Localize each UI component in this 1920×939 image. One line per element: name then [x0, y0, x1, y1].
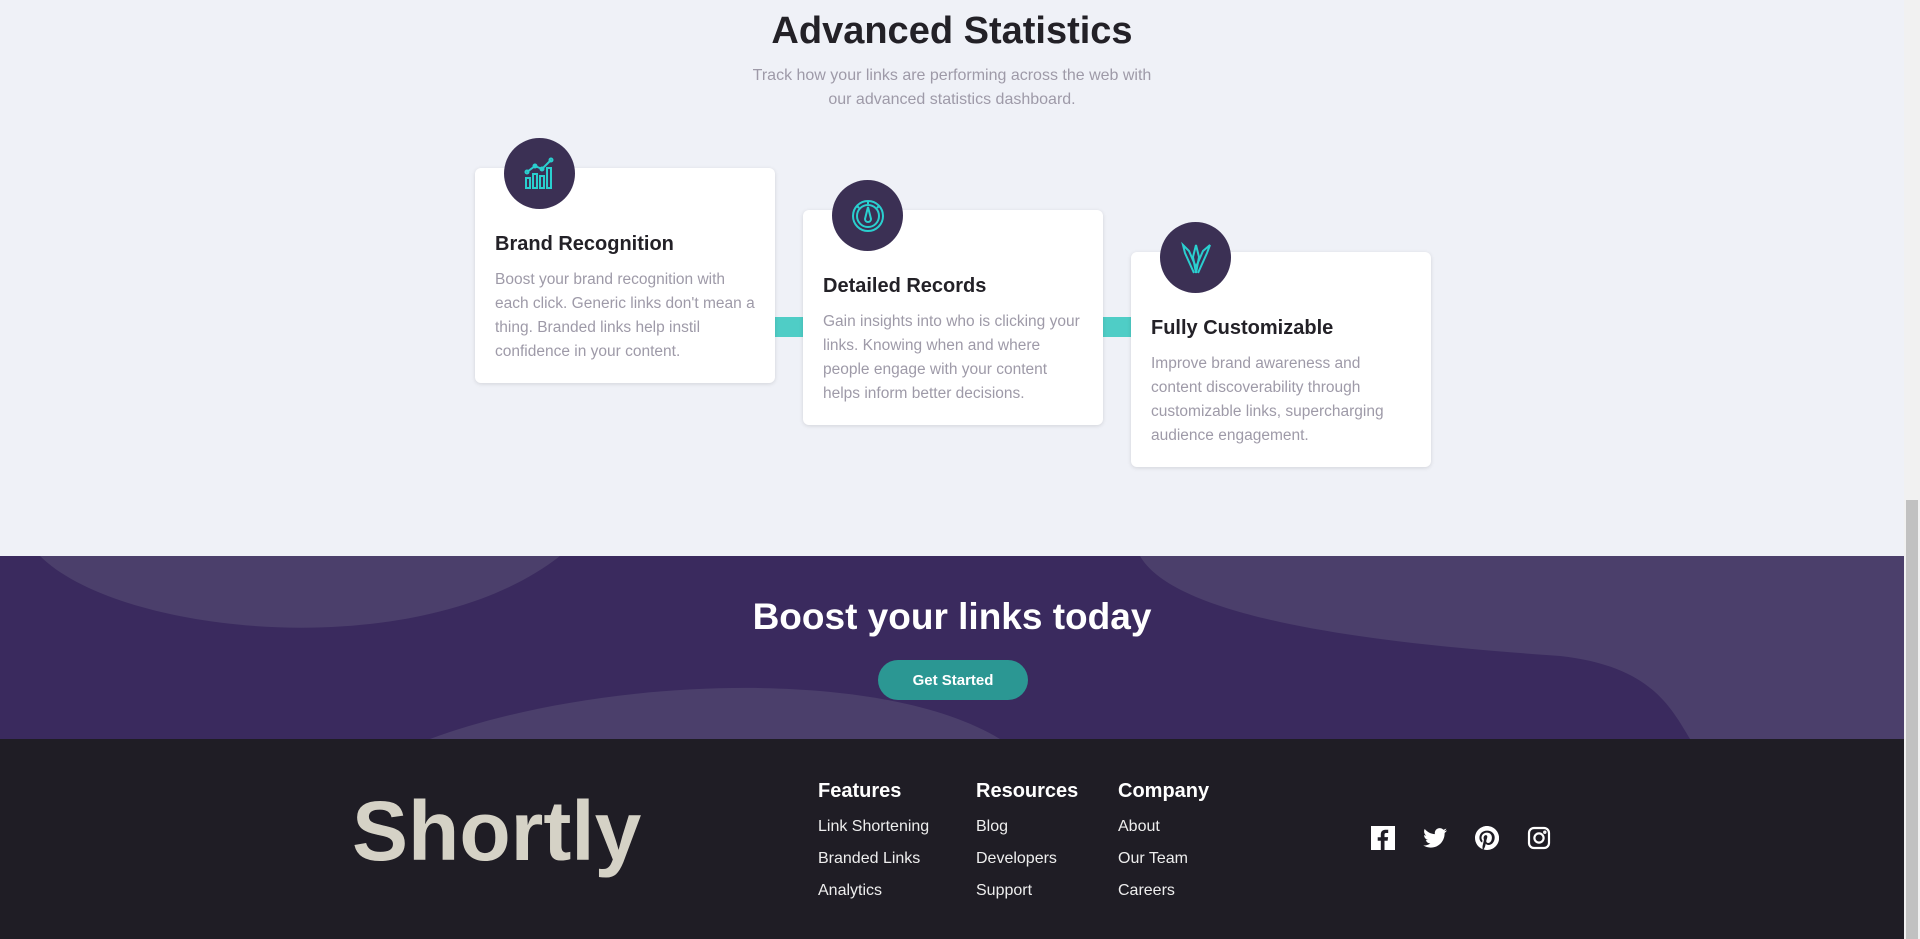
feature-card-detailed-records: Detailed Records Gain insights into who … — [803, 180, 1103, 425]
pinterest-icon[interactable] — [1474, 825, 1500, 851]
footer-link-our-team[interactable]: Our Team — [1118, 843, 1209, 875]
card-connector — [1103, 317, 1133, 337]
footer-link-about[interactable]: About — [1118, 811, 1209, 843]
card-title: Fully Customizable — [1151, 317, 1334, 339]
boost-background-waves — [40, 556, 1904, 739]
page-scrollbar[interactable] — [1904, 0, 1920, 939]
feature-card-brand-recognition: Brand Recognition Boost your brand recog… — [475, 138, 775, 383]
stats-subtitle-line-2: our advanced statistics dashboard. — [828, 91, 1076, 108]
card-text: Gain insights into who is clicking your … — [823, 313, 1080, 402]
boost-section: Boost your links today Get Started — [0, 556, 1904, 739]
instagram-icon[interactable] — [1526, 825, 1552, 851]
footer-link-developers[interactable]: Developers — [976, 843, 1078, 875]
page: Advanced Statistics Track how your links… — [0, 0, 1904, 939]
gauge-icon — [832, 180, 903, 251]
scrollbar-thumb[interactable] — [1906, 500, 1918, 939]
stats-title: Advanced Statistics — [771, 10, 1133, 52]
footer-column-company: Company About Our Team Careers — [1118, 780, 1209, 907]
card-text: Improve brand awareness and content disc… — [1151, 355, 1384, 444]
footer: Shortly Features Link Shortening Branded… — [0, 739, 1904, 939]
footer-link-analytics[interactable]: Analytics — [818, 875, 929, 907]
card-connector — [775, 317, 805, 337]
footer-link-blog[interactable]: Blog — [976, 811, 1078, 843]
footer-link-support[interactable]: Support — [976, 875, 1078, 907]
feature-card-fully-customizable: Fully Customizable Improve brand awarene… — [1131, 222, 1431, 467]
stats-subtitle: Track how your links are performing acro… — [0, 64, 1904, 112]
footer-link-careers[interactable]: Careers — [1118, 875, 1209, 907]
footer-column-title: Features — [818, 780, 902, 802]
boost-title: Boost your links today — [752, 596, 1152, 637]
footer-link-branded-links[interactable]: Branded Links — [818, 843, 929, 875]
footer-column-resources: Resources Blog Developers Support — [976, 780, 1078, 907]
footer-column-title: Resources — [976, 780, 1079, 802]
card-title: Brand Recognition — [495, 233, 674, 255]
footer-logo[interactable]: Shortly — [352, 783, 641, 880]
footer-column-title: Company — [1118, 780, 1210, 802]
footer-link-link-shortening[interactable]: Link Shortening — [818, 811, 929, 843]
social-links — [1370, 825, 1552, 851]
brushes-icon — [1160, 222, 1231, 293]
facebook-icon[interactable] — [1370, 825, 1396, 851]
stats-subtitle-line-1: Track how your links are performing acro… — [752, 67, 1152, 84]
chart-icon — [504, 138, 575, 209]
twitter-icon[interactable] — [1422, 825, 1448, 851]
get-started-button[interactable]: Get Started — [878, 660, 1028, 700]
card-text: Boost your brand recognition with each c… — [495, 271, 755, 360]
card-title: Detailed Records — [823, 275, 987, 297]
footer-column-features: Features Link Shortening Branded Links A… — [818, 780, 929, 907]
